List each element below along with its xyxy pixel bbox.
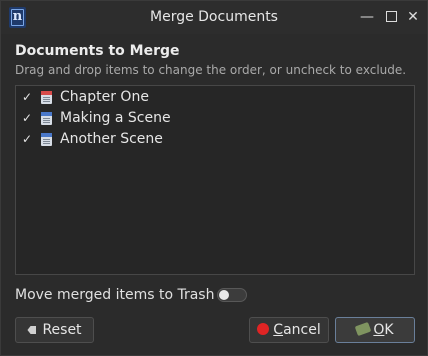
close-glyph: ✕ xyxy=(407,9,419,25)
maximize-icon[interactable] xyxy=(381,7,401,27)
trash-option-label: Move merged items to Trash xyxy=(15,287,215,303)
ok-button[interactable]: OK xyxy=(335,317,415,343)
close-icon[interactable]: ✕ xyxy=(403,7,423,27)
merge-documents-dialog: n Merge Documents — ✕ Documents to Merge… xyxy=(0,0,428,356)
list-item-label: Chapter One xyxy=(60,89,149,105)
section-title: Documents to Merge xyxy=(15,43,180,59)
list-item[interactable]: ✓ Another Scene xyxy=(16,129,414,150)
toggle-knob xyxy=(219,290,229,300)
titlebar: n Merge Documents — ✕ xyxy=(1,1,427,34)
checkbox[interactable]: ✓ xyxy=(22,91,32,103)
ok-label: K xyxy=(384,322,394,338)
cancel-label: ancel xyxy=(283,322,321,338)
ok-mnemonic: O xyxy=(373,322,385,338)
scene-doc-icon xyxy=(41,112,52,125)
checkbox[interactable]: ✓ xyxy=(22,112,32,124)
list-item-label: Making a Scene xyxy=(60,110,171,126)
chapter-doc-icon xyxy=(41,91,52,104)
ok-icon xyxy=(355,321,372,337)
list-item-label: Another Scene xyxy=(60,131,163,147)
cancel-button[interactable]: Cancel xyxy=(249,317,329,343)
minimize-icon[interactable]: — xyxy=(357,7,377,27)
section-subtitle: Drag and drop items to change the order,… xyxy=(15,63,407,77)
reset-button[interactable]: Reset xyxy=(15,317,94,343)
cancel-mnemonic: C xyxy=(273,322,284,338)
reset-icon xyxy=(27,326,37,334)
minimize-glyph: — xyxy=(360,9,374,25)
documents-list[interactable]: ✓ Chapter One ✓ Making a Scene ✓ Another… xyxy=(15,85,415,275)
list-item[interactable]: ✓ Chapter One xyxy=(16,87,414,108)
cancel-icon xyxy=(257,323,270,335)
scene-doc-icon xyxy=(41,133,52,146)
checkbox[interactable]: ✓ xyxy=(22,133,32,145)
reset-label: Reset xyxy=(42,322,82,338)
list-item[interactable]: ✓ Making a Scene xyxy=(16,108,414,129)
trash-toggle[interactable] xyxy=(217,288,247,302)
